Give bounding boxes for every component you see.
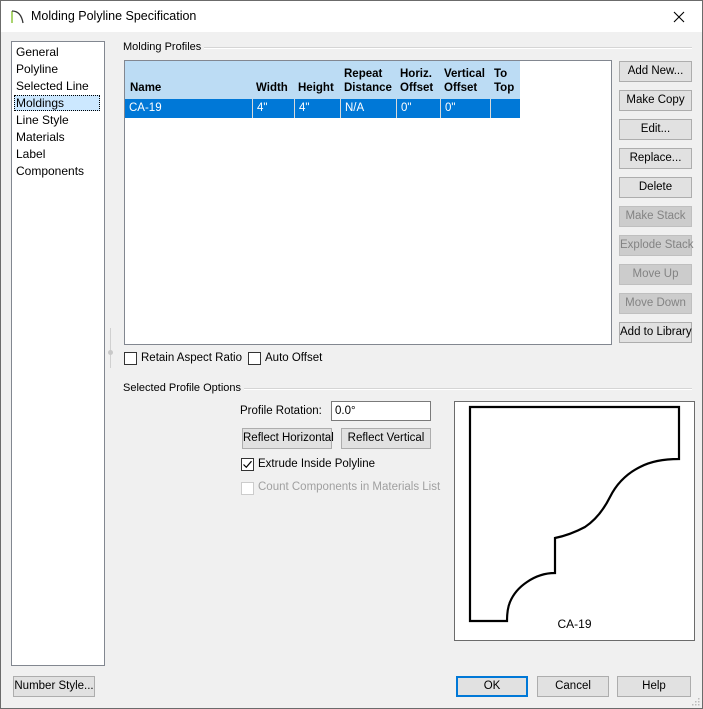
add-to-library-button[interactable]: Add to Library	[619, 322, 692, 343]
column-header-repeat-distance[interactable]: Repeat Distance	[344, 67, 392, 95]
move-up-button[interactable]: Move Up	[619, 264, 692, 285]
make-stack-button[interactable]: Make Stack	[619, 206, 692, 227]
profile-rotation-input[interactable]: 0.0°	[331, 401, 431, 421]
arch-icon	[11, 10, 24, 24]
group-divider	[244, 388, 692, 390]
table-header: Name Width Height Repeat Distance Horiz. O…	[125, 61, 520, 99]
cell-horiz-offset: 0"	[396, 99, 440, 118]
sidebar-item-materials[interactable]: Materials	[14, 129, 100, 145]
table-row[interactable]: CA-19 4" 4" N/A 0" 0"	[125, 99, 520, 118]
close-button[interactable]	[656, 1, 702, 32]
edit-button[interactable]: Edit...	[619, 119, 692, 140]
close-icon	[673, 11, 685, 22]
column-header-name[interactable]: Name	[130, 81, 161, 95]
resize-grip-icon[interactable]	[692, 698, 700, 706]
window-title: Molding Polyline Specification	[31, 9, 197, 23]
column-header-height[interactable]: Height	[298, 81, 334, 95]
ok-button[interactable]: OK	[456, 676, 528, 697]
selected-profile-options-group-label: Selected Profile Options	[123, 382, 242, 394]
make-copy-button[interactable]: Make Copy	[619, 90, 692, 111]
auto-offset-label: Auto Offset	[265, 352, 323, 364]
sidebar-item-general[interactable]: General	[14, 44, 100, 60]
reflect-horizontal-button[interactable]: Reflect Horizontal	[242, 428, 334, 449]
sidebar-item-label[interactable]: Label	[14, 146, 100, 162]
cell-vertical-offset: 0"	[440, 99, 490, 118]
number-style-button[interactable]: Number Style...	[13, 676, 95, 697]
help-button[interactable]: Help	[617, 676, 691, 697]
count-components-checkbox[interactable]	[241, 482, 254, 495]
extrude-inside-polyline-checkbox[interactable]	[241, 458, 254, 471]
column-header-horiz-offset[interactable]: Horiz. Offset	[400, 67, 433, 95]
profile-preview: CA-19	[454, 401, 695, 641]
add-new-button[interactable]: Add New...	[619, 61, 692, 82]
count-components-label: Count Components in Materials List	[258, 481, 441, 493]
sidebar-item-polyline[interactable]: Polyline	[14, 61, 100, 77]
column-header-to-top[interactable]: To Top	[494, 67, 514, 95]
column-header-vertical-offset[interactable]: Vertical Offset	[444, 67, 485, 95]
profile-rotation-label: Profile Rotation:	[240, 405, 322, 417]
title-bar: Molding Polyline Specification	[1, 1, 702, 32]
sidebar-item-selected-line[interactable]: Selected Line	[14, 78, 100, 94]
delete-button[interactable]: Delete	[619, 177, 692, 198]
sidebar-item-moldings[interactable]: Moldings	[14, 95, 100, 111]
preview-profile-name: CA-19	[557, 617, 592, 631]
group-divider	[204, 47, 692, 49]
category-list[interactable]: General Polyline Selected Line Moldings …	[11, 41, 105, 666]
dialog-window: Molding Polyline Specification General P…	[0, 0, 703, 709]
explode-stack-button[interactable]: Explode Stack	[619, 235, 694, 256]
splitter-handle[interactable]	[110, 328, 111, 368]
cell-width: 4"	[252, 99, 294, 118]
sidebar-item-components[interactable]: Components	[14, 163, 100, 179]
auto-offset-checkbox[interactable]	[248, 352, 261, 365]
checkmark-icon	[243, 460, 252, 469]
reflect-vertical-button[interactable]: Reflect Vertical	[341, 428, 431, 449]
molding-profiles-group-label: Molding Profiles	[123, 41, 202, 53]
extrude-inside-polyline-label: Extrude Inside Polyline	[258, 458, 375, 470]
sidebar-item-line-style[interactable]: Line Style	[14, 112, 100, 128]
cell-height: 4"	[294, 99, 340, 118]
retain-aspect-ratio-label: Retain Aspect Ratio	[141, 352, 243, 364]
profile-outline	[468, 405, 681, 623]
column-header-width[interactable]: Width	[256, 81, 288, 95]
retain-aspect-ratio-checkbox[interactable]	[124, 352, 137, 365]
cell-name: CA-19	[129, 102, 162, 114]
molding-profiles-table[interactable]: Name Width Height Repeat Distance Horiz. O…	[124, 60, 612, 345]
cell-repeat-distance: N/A	[340, 99, 396, 118]
cell-to-top	[490, 99, 520, 118]
splitter-grip[interactable]	[108, 350, 113, 355]
molding-profile-shape	[468, 405, 681, 623]
replace-button[interactable]: Replace...	[619, 148, 692, 169]
cancel-button[interactable]: Cancel	[537, 676, 609, 697]
move-down-button[interactable]: Move Down	[619, 293, 692, 314]
